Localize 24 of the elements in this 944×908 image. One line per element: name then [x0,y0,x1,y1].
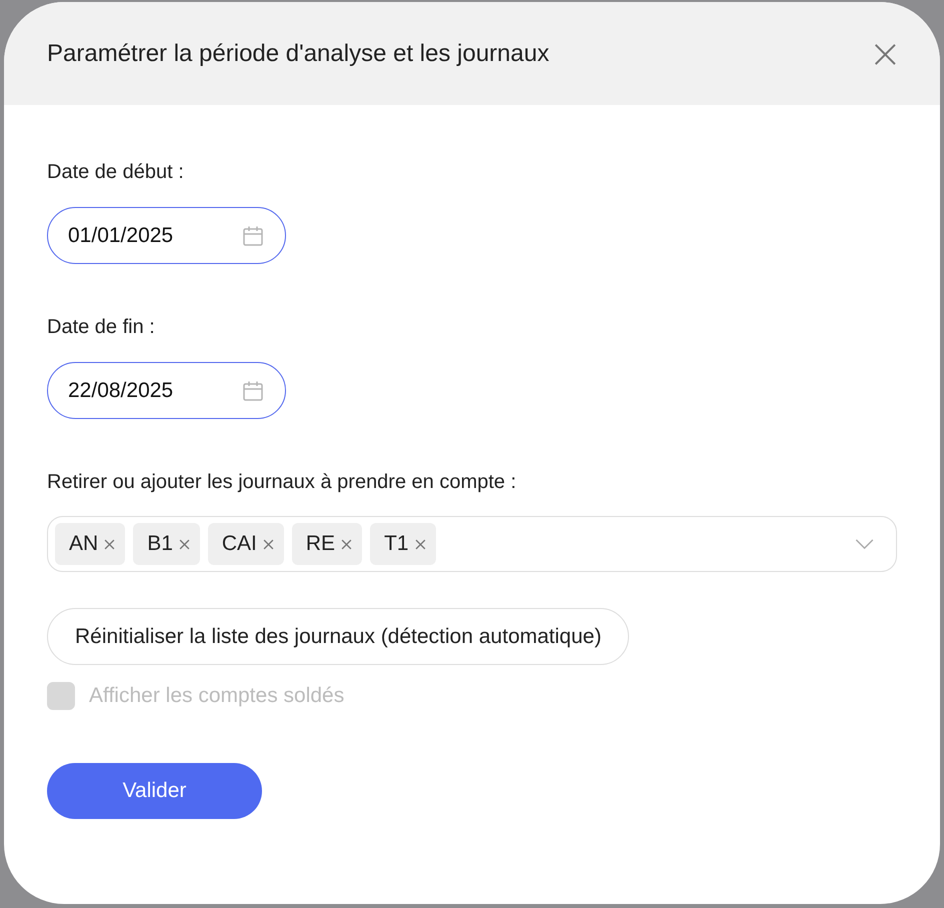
journal-tag: AN [55,523,126,565]
reset-button[interactable]: Réinitialiser la liste des journaux (détection automatique) [47,608,630,665]
chevron-down-icon[interactable] [855,538,874,550]
submit-button[interactable]: Valider [47,763,262,819]
close-button[interactable]: × [864,34,906,74]
remove-icon[interactable] [341,538,352,550]
field-label: Date de début : [47,160,184,184]
checkbox-label: Afficher les comptes soldés [89,684,344,708]
date-field[interactable]: 22/08/2025 [47,362,286,419]
field-label: Retirer ou ajouter les journaux à prendre en compte : [47,470,516,494]
calendar-icon[interactable] [241,224,265,248]
remove-icon[interactable] [262,538,274,550]
remove-icon[interactable] [178,538,190,550]
field-label: Date de fin : [47,315,155,339]
calendar-icon[interactable] [241,378,265,402]
journal-tag: CAI [208,523,284,565]
journal-tag: RE [292,523,362,565]
journal-tag: B1 [133,523,200,565]
journal-select[interactable]: AN B1 CAI RE T1 [47,516,897,572]
remove-icon[interactable] [414,538,426,550]
remove-icon[interactable] [104,538,116,550]
journal-tag: T1 [370,523,436,565]
date-field[interactable]: 01/01/2025 [47,207,286,264]
dialog-title: Paramétrer la période d'analyse et les journaux [47,40,550,68]
